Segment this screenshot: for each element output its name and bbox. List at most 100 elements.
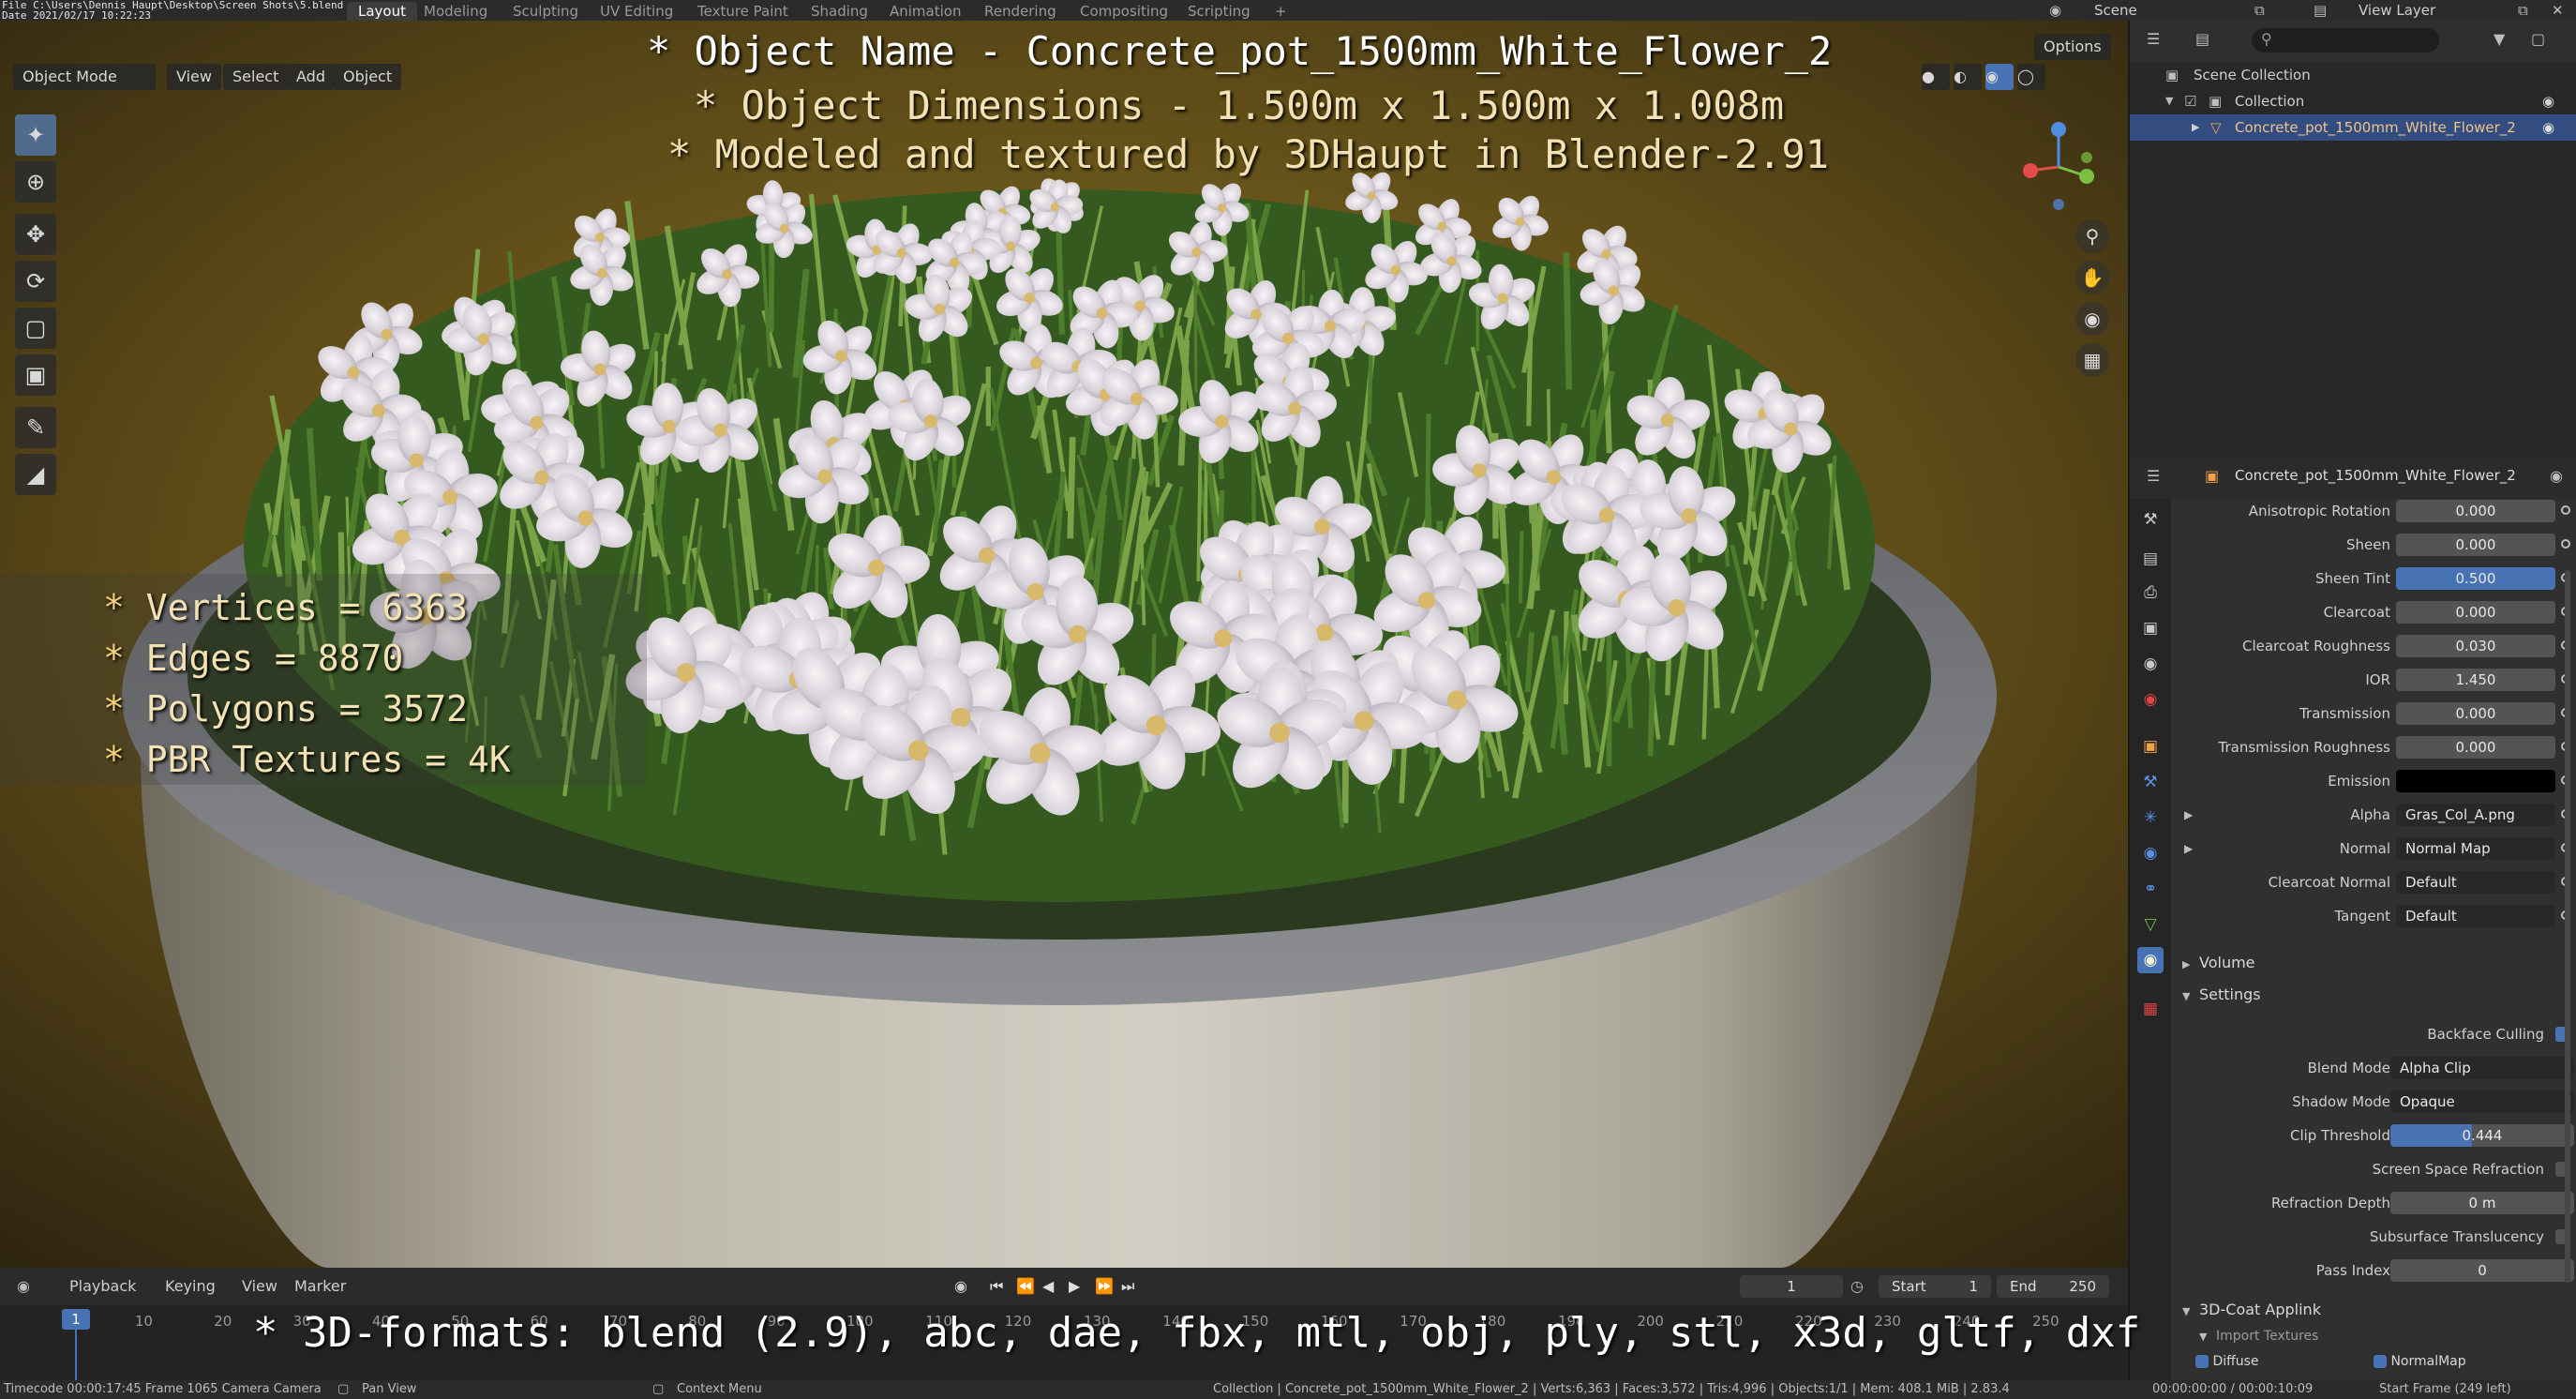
tangent-field[interactable]: Default: [2396, 905, 2555, 927]
diffuse-checkbox[interactable]: [2195, 1355, 2209, 1368]
view-layer-icon[interactable]: ▤: [2314, 0, 2338, 21]
camera-icon[interactable]: ◉: [2075, 302, 2109, 336]
outliner-search-input[interactable]: ⚲: [2252, 28, 2439, 53]
timeline-editor-icon[interactable]: ◉: [17, 1268, 30, 1305]
zoom-icon[interactable]: ⚲: [2075, 219, 2109, 253]
next-keyframe-icon[interactable]: ⏩: [1095, 1268, 1114, 1305]
world-tab-icon[interactable]: ◉: [2137, 686, 2164, 713]
3d-viewport[interactable]: Object Mode View Select Add Object Optio…: [0, 21, 2128, 1268]
copy-layer-icon[interactable]: ⧉: [2518, 0, 2539, 21]
close-icon[interactable]: ✕: [2552, 0, 2572, 21]
tool-tab-icon[interactable]: ⚒: [2137, 506, 2164, 533]
outliner-collection[interactable]: ▼ ☑ ▣ Collection ◉: [2130, 88, 2576, 114]
volume-section-header[interactable]: ▶ Volume: [2171, 949, 2576, 977]
clip-threshold-slider[interactable]: 0.444: [2390, 1124, 2574, 1147]
menu-add[interactable]: Add: [287, 64, 335, 90]
blend-mode-dropdown[interactable]: Alpha Clip: [2390, 1057, 2574, 1079]
menu-keying[interactable]: Keying: [165, 1268, 216, 1305]
normalmap-option[interactable]: NormalMap: [2374, 1354, 2466, 1369]
object-tab-icon[interactable]: ▣: [2137, 733, 2164, 760]
transmission-field[interactable]: 0.000: [2396, 702, 2555, 725]
scene-selector[interactable]: Scene: [2094, 0, 2137, 21]
annotate-icon[interactable]: ✎: [15, 407, 56, 448]
shadow-mode-dropdown[interactable]: Opaque: [2390, 1091, 2574, 1113]
clearcoat-normal-field[interactable]: Default: [2396, 871, 2555, 894]
scale-icon[interactable]: ▢: [15, 308, 56, 349]
start-frame-field[interactable]: Start 1: [1879, 1275, 1991, 1298]
expand-arrow-icon[interactable]: ▶: [2184, 835, 2193, 863]
move-icon[interactable]: ✥: [15, 214, 56, 255]
alpha-texture-field[interactable]: Gras_Col_A.png: [2396, 804, 2555, 826]
particles-tab-icon[interactable]: ✳: [2137, 805, 2164, 831]
tab-animation[interactable]: Animation: [878, 2, 972, 21]
pin-icon[interactable]: ◉: [2550, 467, 2563, 485]
ior-field[interactable]: 1.450: [2396, 669, 2555, 691]
new-collection-icon[interactable]: ▢: [2531, 30, 2545, 48]
play-icon[interactable]: ▶: [1069, 1268, 1080, 1305]
outliner-object[interactable]: ▶ ▽ Concrete_pot_1500mm_White_Flower_2 ◉: [2130, 114, 2576, 141]
visibility-eye-icon[interactable]: ◉: [2542, 88, 2554, 114]
menu-marker[interactable]: Marker: [294, 1268, 346, 1305]
transform-icon[interactable]: ▣: [15, 354, 56, 396]
options-dropdown[interactable]: Options: [2034, 34, 2111, 60]
tab-compositing[interactable]: Compositing: [1069, 2, 1179, 21]
output-tab-icon[interactable]: ⎙: [2137, 579, 2164, 606]
record-icon[interactable]: ◉: [954, 1268, 967, 1305]
timeline-playhead[interactable]: 1: [62, 1309, 90, 1330]
settings-section-header[interactable]: ▼ Settings: [2171, 981, 2576, 1009]
normal-map-field[interactable]: Normal Map: [2396, 837, 2555, 860]
expand-arrow-icon[interactable]: ▶: [2184, 801, 2193, 829]
tab-sculpting[interactable]: Sculpting: [502, 2, 590, 21]
refraction-depth-field[interactable]: 0 m: [2390, 1192, 2574, 1214]
view-layer-tab-icon[interactable]: ▣: [2137, 615, 2164, 641]
end-frame-field[interactable]: End 250: [1997, 1275, 2109, 1298]
mode-selector[interactable]: Object Mode: [13, 64, 156, 90]
visibility-eye-icon[interactable]: ◉: [2542, 114, 2554, 141]
tab-rendering[interactable]: Rendering: [973, 2, 1068, 21]
menu-playback[interactable]: Playback: [69, 1268, 136, 1305]
select-box-icon[interactable]: ✦: [15, 114, 56, 156]
tab-layout[interactable]: Layout: [347, 2, 417, 21]
properties-scrollbar[interactable]: [2565, 570, 2570, 1283]
wireframe-shading-icon[interactable]: ◯: [2017, 64, 2045, 90]
emission-color-swatch[interactable]: [2396, 770, 2555, 792]
clearcoat-field[interactable]: 0.000: [2396, 601, 2555, 624]
cursor-icon[interactable]: ⊕: [15, 161, 56, 203]
physics-tab-icon[interactable]: ◉: [2137, 840, 2164, 866]
menu-select[interactable]: Select: [223, 64, 289, 90]
jump-start-icon[interactable]: ⏮: [990, 1268, 1003, 1305]
rotate-icon[interactable]: ⟳: [15, 261, 56, 302]
sheen-tint-field[interactable]: 0.500: [2396, 567, 2555, 590]
measure-icon[interactable]: ◢: [15, 454, 56, 495]
anisotropic-rotation-field[interactable]: 0.000: [2396, 500, 2555, 522]
checkbox-icon[interactable]: ☑: [2184, 88, 2196, 114]
jump-end-icon[interactable]: ⏭: [1121, 1268, 1134, 1305]
expand-arrow-icon[interactable]: ▶: [2192, 114, 2199, 141]
applink-section-header[interactable]: ▼ 3D-Coat Applink: [2171, 1296, 2576, 1324]
play-reverse-icon[interactable]: ◀: [1042, 1268, 1054, 1305]
scene-icon[interactable]: ◉: [2049, 0, 2074, 21]
tab-texture-paint[interactable]: Texture Paint: [686, 2, 800, 21]
menu-object[interactable]: Object: [334, 64, 402, 90]
material-shading-icon[interactable]: ◐: [1954, 64, 1982, 90]
texture-tab-icon[interactable]: ▦: [2137, 996, 2164, 1022]
import-textures-subheader[interactable]: ▼ Import Textures: [2171, 1322, 2576, 1350]
normalmap-checkbox[interactable]: [2374, 1355, 2387, 1368]
render-tab-icon[interactable]: ▤: [2137, 546, 2164, 572]
outliner-editor-icon[interactable]: ☰: [2147, 30, 2160, 48]
prev-keyframe-icon[interactable]: ⏪: [1016, 1268, 1035, 1305]
menu-timeline-view[interactable]: View: [242, 1268, 277, 1305]
tab-scripting[interactable]: Scripting: [1176, 2, 1262, 21]
clock-icon[interactable]: ◷: [1850, 1268, 1864, 1305]
scene-tab-icon[interactable]: ◉: [2137, 651, 2164, 677]
filter-icon[interactable]: ▼: [2494, 30, 2505, 48]
pass-index-field[interactable]: 0: [2390, 1259, 2574, 1282]
socket-dot-icon[interactable]: [2561, 505, 2570, 515]
modifier-tab-icon[interactable]: ⚒: [2137, 769, 2164, 795]
socket-dot-icon[interactable]: [2561, 539, 2570, 549]
properties-editor-icon[interactable]: ☰: [2147, 467, 2160, 485]
menu-view[interactable]: View: [167, 64, 221, 90]
outliner-scene-collection[interactable]: ▣ Scene Collection: [2130, 62, 2576, 88]
constraints-tab-icon[interactable]: ⚭: [2137, 876, 2164, 902]
pan-hand-icon[interactable]: ✋: [2075, 261, 2109, 294]
